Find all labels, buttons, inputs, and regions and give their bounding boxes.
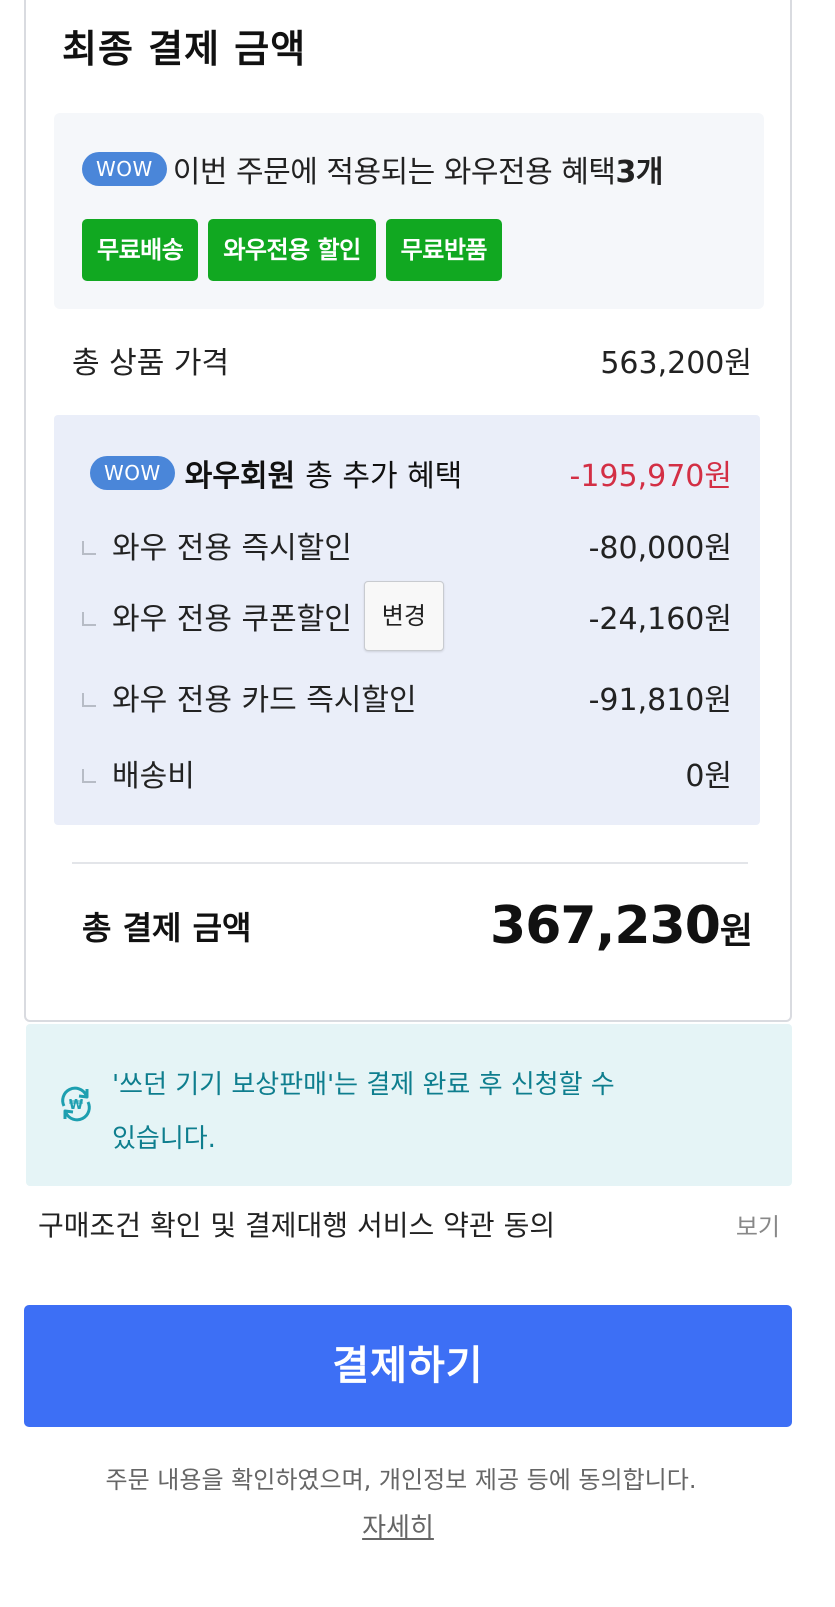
discount-value: -91,810원 [588,683,732,718]
discount-row-card: 와우 전용 카드 즉시할인 -91,810원 [82,675,732,719]
benefit-total-row: WOW 와우회원 총 추가 혜택 -195,970원 [90,451,732,495]
tag-free-return: 무료반품 [385,219,502,281]
notice-line-1: '쓰던 기기 보상판매'는 결제 완료 후 신청할 수 [112,1070,615,1100]
terms-label: 구매조건 확인 및 결제대행 서비스 약관 동의 [38,1209,556,1242]
terms-view-link[interactable]: 보기 [736,1207,780,1242]
divider [72,862,748,864]
shipping-fee-value: 0원 [685,759,732,794]
sub-item-marker-icon [82,769,96,783]
trade-in-notice: ₩ '쓰던 기기 보상판매'는 결제 완료 후 신청할 수 있습니다. [26,1024,792,1186]
shipping-fee-row: 배송비 0원 [82,751,732,795]
total-amount-unit: 원 [719,911,753,952]
discount-row-instant: 와우 전용 즉시할인 -80,000원 [82,523,732,567]
discount-row-coupon: 와우 전용 쿠폰할인 변경 -24,160원 [82,581,732,651]
benefit-total-label: 총 추가 혜택 [305,459,463,494]
wow-benefits-box: WOW 이번 주문에 적용되는 와우전용 혜택3개 무료배송 와우전용 할인 무료… [54,113,764,309]
consent-note: 주문 내용을 확인하였으며, 개인정보 제공 등에 동의합니다. [105,1466,697,1494]
total-payment-amount: 367,230원 [490,896,753,956]
discount-value: -80,000원 [588,531,732,566]
shipping-fee-label: 배송비 [112,759,195,794]
tag-free-shipping: 무료배송 [82,219,199,281]
wow-badge: WOW [82,152,167,186]
wow-headline: WOW 이번 주문에 적용되는 와우전용 혜택3개 [82,147,663,191]
sub-item-marker-icon [82,693,96,707]
discount-label: 와우 전용 카드 즉시할인 [112,683,417,718]
product-price-row: 총 상품 가격 563,200원 [72,338,752,382]
sub-item-marker-icon [82,612,96,626]
benefit-total-value: -195,970원 [569,459,732,494]
summary-title: 최종 결제 금액 [62,27,307,71]
tag-wow-discount: 와우전용 할인 [208,219,376,281]
sub-item-marker-icon [82,541,96,555]
svg-text:₩: ₩ [69,1098,84,1113]
trade-in-won-icon: ₩ [61,1086,91,1122]
pay-button[interactable]: 결제하기 [24,1305,792,1427]
product-price-value: 563,200원 [600,346,752,381]
wow-benefit-count: 3개 [615,155,663,190]
payment-summary-card: 최종 결제 금액 WOW 이번 주문에 적용되는 와우전용 혜택3개 무료배송 와… [24,0,792,1022]
discount-label: 와우 전용 쿠폰할인 [112,602,352,637]
details-link[interactable]: 자세히 [362,1513,434,1543]
product-price-label: 총 상품 가격 [72,346,230,381]
discount-value: -24,160원 [588,602,732,637]
details-link-wrap: 자세히 [0,1507,796,1544]
wow-member-label: 와우회원 [184,459,296,494]
total-amount-number: 367,230 [490,896,721,956]
total-payment-label: 총 결제 금액 [82,909,252,947]
terms-agreement-row: 구매조건 확인 및 결제대행 서비스 약관 동의 보기 [38,1204,780,1244]
discount-label: 와우 전용 즉시할인 [112,531,352,566]
benefit-tags: 무료배송 와우전용 할인 무료반품 [82,219,502,281]
notice-line-2: 있습니다. [112,1124,216,1154]
wow-headline-text: 이번 주문에 적용되는 와우전용 혜택 [172,155,616,190]
trade-in-notice-text: '쓰던 기기 보상판매'는 결제 완료 후 신청할 수 있습니다. [112,1058,672,1166]
total-payment-row: 총 결제 금액 367,230원 [82,896,753,956]
change-coupon-button[interactable]: 변경 [363,581,444,651]
wow-badge: WOW [90,456,175,490]
wow-additional-benefits: WOW 와우회원 총 추가 혜택 -195,970원 와우 전용 즉시할인 -8… [54,415,760,825]
checkout-page: 최종 결제 금액 WOW 이번 주문에 적용되는 와우전용 혜택3개 무료배송 와… [0,0,835,1607]
